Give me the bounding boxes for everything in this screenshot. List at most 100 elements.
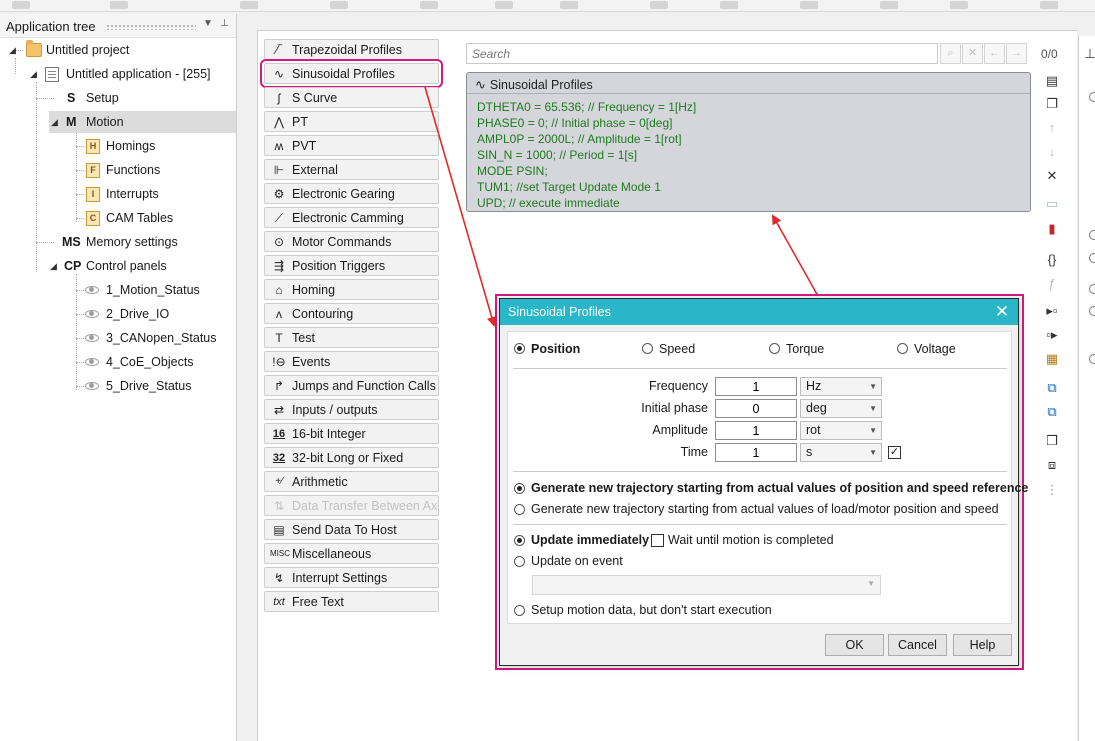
help-button[interactable]: Help: [953, 634, 1012, 656]
palette-item-interrupt-settings[interactable]: ↯ Interrupt Settings: [264, 567, 439, 588]
import-icon[interactable]: ▮: [1044, 221, 1060, 237]
clear-search-icon[interactable]: ✕: [962, 43, 983, 64]
initial-phase-input[interactable]: [715, 399, 797, 418]
tree-node-motion[interactable]: ◢ M Motion: [49, 111, 236, 133]
tree-node-setup[interactable]: S Setup: [0, 87, 236, 109]
radio-trajectory-reference[interactable]: [514, 483, 525, 494]
tree-node-project[interactable]: ◢ Untitled project: [0, 39, 236, 61]
run-from-icon[interactable]: ▸▫: [1044, 303, 1060, 319]
collapse-arrow-icon[interactable]: ◢: [51, 111, 58, 133]
radio-button[interactable]: [1089, 284, 1095, 294]
radio-speed[interactable]: [642, 343, 653, 354]
palette-item-arithmetic[interactable]: +⁄ Arithmetic: [264, 471, 439, 492]
tree-pin-icon[interactable]: ⊥: [220, 18, 229, 29]
palette-item-test[interactable]: T Test: [264, 327, 439, 348]
palette-item-position-triggers[interactable]: ⇶ Position Triggers: [264, 255, 439, 276]
palette-item-contouring[interactable]: ʌ Contouring: [264, 303, 439, 324]
tree-node-functions[interactable]: F Functions: [0, 159, 236, 181]
time-input[interactable]: [715, 443, 797, 462]
frequency-unit-select[interactable]: Hz ▼: [800, 377, 882, 396]
palette-item-pt[interactable]: ⋀ PT: [264, 111, 439, 132]
tree-node-panel[interactable]: 5_Drive_Status: [0, 375, 236, 397]
delete-icon[interactable]: ✕: [1044, 168, 1060, 184]
toolbar-grip-icon[interactable]: ⋮: [1044, 482, 1060, 498]
radio-voltage[interactable]: [897, 343, 908, 354]
copy-icon[interactable]: ⧉: [1044, 380, 1060, 396]
collapse-arrow-icon[interactable]: ◢: [50, 255, 57, 277]
collapse-arrow-icon[interactable]: ◢: [30, 63, 37, 85]
function-call-icon[interactable]: ƒ: [1044, 276, 1060, 292]
tree-node-control-panels[interactable]: ◢ CP Control panels: [0, 255, 236, 277]
palette-item-miscellaneous[interactable]: MISC Miscellaneous: [264, 543, 439, 564]
time-unit-select[interactable]: s ▼: [800, 443, 882, 462]
radio-button[interactable]: [1089, 92, 1095, 102]
export-icon[interactable]: ▭: [1044, 196, 1060, 212]
radio-update-on-event[interactable]: [514, 556, 525, 567]
frequency-input[interactable]: [715, 377, 797, 396]
initial-phase-unit-select[interactable]: deg ▼: [800, 399, 882, 418]
tree-drag-grip[interactable]: [106, 24, 196, 30]
amplitude-unit-select[interactable]: rot ▼: [800, 421, 882, 440]
search-box[interactable]: [466, 43, 938, 64]
clipboard-icon[interactable]: ▦: [1044, 351, 1060, 367]
group-icon[interactable]: ⧈: [1044, 457, 1060, 473]
pin-icon[interactable]: ⊥: [1082, 46, 1095, 62]
move-up-icon[interactable]: ↑: [1044, 120, 1060, 136]
ok-button[interactable]: OK: [825, 634, 884, 656]
search-icon[interactable]: ⌕: [940, 43, 961, 64]
next-result-icon[interactable]: →: [1006, 43, 1027, 64]
palette-item-32-bit-long-or-fixed[interactable]: 32 32-bit Long or Fixed: [264, 447, 439, 468]
palette-item-events[interactable]: !⊖ Events: [264, 351, 439, 372]
palette-item-free-text[interactable]: txt Free Text: [264, 591, 439, 612]
tree-node-homings[interactable]: H Homings: [0, 135, 236, 157]
tree-node-panel[interactable]: 3_CANopen_Status: [0, 327, 236, 349]
radio-button[interactable]: [1089, 306, 1095, 316]
radio-position[interactable]: [514, 343, 525, 354]
collapse-arrow-icon[interactable]: ◢: [9, 39, 16, 61]
palette-item-electronic-camming[interactable]: ⟋ Electronic Camming: [264, 207, 439, 228]
dialog-titlebar[interactable]: Sinusoidal Profiles ✕: [500, 299, 1018, 325]
palette-item-trapezoidal-profiles[interactable]: ⁄‾ Trapezoidal Profiles: [264, 39, 439, 60]
palette-item-s-curve[interactable]: ʃS Curve: [264, 87, 439, 108]
tree-dropdown-icon[interactable]: ▼: [203, 18, 213, 29]
time-checkbox[interactable]: ✓: [888, 446, 901, 459]
new-document-icon[interactable]: ▤: [1044, 73, 1060, 89]
radio-setup-only[interactable]: [514, 605, 525, 616]
palette-item-inputs-outputs[interactable]: ⇄ Inputs / outputs: [264, 399, 439, 420]
palette-item-motor-commands[interactable]: ⊙ Motor Commands: [264, 231, 439, 252]
radio-button[interactable]: [1089, 230, 1095, 240]
paste-icon[interactable]: ⧉: [1044, 404, 1060, 420]
radio-trajectory-actual[interactable]: [514, 504, 525, 515]
tree-node-interrupts[interactable]: I Interrupts: [0, 183, 236, 205]
tree-node-memory-settings[interactable]: MS Memory settings: [0, 231, 236, 253]
move-down-icon[interactable]: ↓: [1044, 144, 1060, 160]
palette-item-sinusoidal-profiles[interactable]: ∿ Sinusoidal Profiles: [260, 59, 443, 88]
previous-result-icon[interactable]: ←: [984, 43, 1005, 64]
cancel-button[interactable]: Cancel: [888, 634, 947, 656]
palette-item-jumps-and-function-calls[interactable]: ↱ Jumps and Function Calls: [264, 375, 439, 396]
radio-update-immediately[interactable]: [514, 535, 525, 546]
wait-until-checkbox[interactable]: [651, 534, 664, 547]
radio-button[interactable]: [1089, 354, 1095, 364]
radio-torque[interactable]: [769, 343, 780, 354]
palette-item-send-data-to-host[interactable]: ▤ Send Data To Host: [264, 519, 439, 540]
search-input[interactable]: [467, 44, 937, 63]
copy-blocks-icon[interactable]: ❐: [1044, 96, 1060, 112]
tree-node-panel[interactable]: 4_CoE_Objects: [0, 351, 236, 373]
braces-icon[interactable]: {}: [1044, 252, 1060, 268]
tree-node-cam-tables[interactable]: C CAM Tables: [0, 207, 236, 229]
step-icon[interactable]: ▫▸: [1044, 327, 1060, 343]
palette-item-pvt[interactable]: ʍ PVT: [264, 135, 439, 156]
tree-node-panel[interactable]: 1_Motion_Status: [0, 279, 236, 301]
code-block-sinusoidal-profiles[interactable]: ∿ Sinusoidal Profiles DTHETA0 = 65.536; /…: [466, 72, 1031, 212]
palette-item-external[interactable]: ⊩ External: [264, 159, 439, 180]
palette-item-homing[interactable]: ⌂ Homing: [264, 279, 439, 300]
close-icon[interactable]: ✕: [992, 302, 1012, 322]
tree-node-panel[interactable]: 2_Drive_IO: [0, 303, 236, 325]
palette-item-16-bit-integer[interactable]: 16 16-bit Integer: [264, 423, 439, 444]
amplitude-input[interactable]: [715, 421, 797, 440]
tree-node-application[interactable]: ◢ Untitled application - [255]: [0, 63, 236, 85]
radio-button[interactable]: [1089, 253, 1095, 263]
duplicate-icon[interactable]: ❒: [1044, 433, 1060, 449]
palette-item-electronic-gearing[interactable]: ⚙ Electronic Gearing: [264, 183, 439, 204]
